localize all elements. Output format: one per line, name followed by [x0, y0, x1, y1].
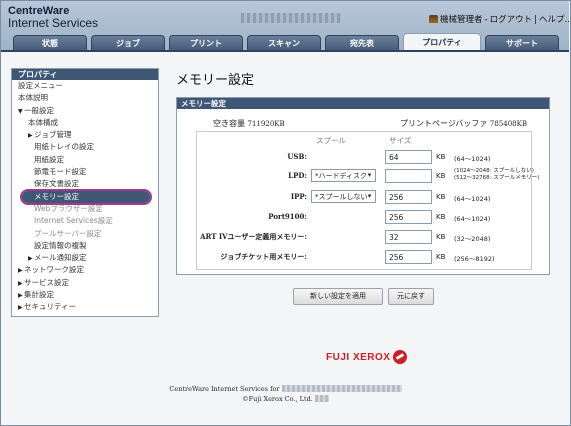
sidebar-item-power-saver[interactable]: 節電モード設定 — [12, 166, 158, 178]
panel-title: メモリー設定 — [177, 98, 549, 109]
redacted-device-name — [281, 385, 402, 392]
sidebar-item-description[interactable]: 本体説明 — [12, 92, 158, 104]
brand-line2: Internet Services — [8, 16, 99, 30]
port9100-size-input[interactable]: 256 — [385, 210, 432, 224]
tab-bar: 状態 ジョブ プリント スキャン 宛先表 プロパティ サポート — [1, 33, 569, 52]
job-ticket-size-input[interactable]: 256 — [385, 250, 432, 264]
sidebar-item-settings-menu[interactable]: 設定メニュー — [12, 80, 158, 92]
print-page-buffer: プリントページバッファ 785408KB — [400, 119, 528, 128]
col-header-size: サイズ — [389, 136, 412, 145]
sidebar-item-web-browser[interactable]: Webブラウザー設定 — [12, 203, 158, 215]
setting-row-port9100: Port9100: 256 KB (64〜1024) — [268, 210, 491, 224]
sidebar-title: プロパティ — [12, 69, 158, 80]
sidebar-item-job-management[interactable]: ▶ジョブ管理 — [12, 129, 158, 141]
page-title: メモリー設定 — [176, 73, 255, 88]
sidebar-item-network[interactable]: ▶ネットワーク設定 — [12, 264, 158, 276]
free-capacity: 空き容量 711920KB — [213, 119, 285, 128]
memory-settings-panel: メモリー設定 空き容量 711920KB プリントページバッファ 785408K… — [176, 97, 550, 275]
redacted-year — [314, 395, 329, 402]
setting-row-lpd: LPD: *ハードディスク ▾ KB (1024〜2048: スプールしない) (5… — [288, 168, 540, 183]
fuji-xerox-logo: FUJI XEROX — [326, 352, 391, 363]
sidebar-item-paper-tray[interactable]: 用紙トレイの設定 — [12, 141, 158, 153]
sidebar-item-accounting[interactable]: ▶集計設定 — [12, 289, 158, 301]
art-iv-size-input[interactable]: 32 — [385, 230, 432, 244]
setting-row-ipp: IPP: *スプールしない ▾ 256 KB (64〜1024) — [290, 190, 491, 204]
lpd-spool-select[interactable]: *ハードディスク ▾ — [311, 169, 376, 182]
sidebar-item-clone[interactable]: 設定情報の複製 — [12, 240, 158, 252]
ipp-size-input[interactable]: 256 — [385, 190, 432, 204]
sidebar-item-memory[interactable]: メモリー設定 — [20, 188, 152, 206]
footer-line2: ©Fuji Xerox Co., Ltd. — [0, 395, 571, 403]
xerox-sphere-icon — [393, 350, 407, 364]
sidebar-item-pool-server[interactable]: プールサーバー設定 — [12, 228, 158, 240]
chevron-down-icon: ▾ — [367, 192, 372, 200]
setting-row-art-iv: ART IVユーザー定義用メモリー: 32 KB (32〜2048) — [200, 230, 491, 244]
sidebar-item-mail-alert[interactable]: ▶メール通知設定 — [12, 252, 158, 264]
device-name-redacted — [241, 13, 341, 23]
user-menu: 機械管理者 - ログアウト | ヘルプ... — [429, 13, 571, 25]
sidebar-item-general[interactable]: ▼一般設定 — [12, 105, 158, 117]
sidebar-item-security[interactable]: ▶セキュリティー — [12, 301, 158, 313]
user-label: 機械管理者 — [440, 15, 483, 25]
usb-size-input[interactable]: 64 — [385, 150, 432, 164]
ipp-spool-select[interactable]: *スプールしない ▾ — [311, 190, 376, 203]
apply-button[interactable]: 新しい設定を適用 — [293, 288, 383, 305]
sidebar-item-paper[interactable]: 用紙設定 — [12, 154, 158, 166]
help-link[interactable]: ヘルプ... — [539, 15, 571, 25]
lpd-size-input[interactable] — [385, 169, 432, 183]
admin-icon — [429, 15, 438, 23]
setting-row-usb: USB: 64 KB (64〜1024) — [287, 150, 491, 164]
undo-button[interactable]: 元に戻す — [388, 288, 434, 305]
chevron-down-icon: ▾ — [367, 171, 372, 179]
tab-underline — [1, 50, 569, 52]
footer-line1: CentreWare Internet Services for — [0, 385, 571, 393]
sidebar: プロパティ 設定メニュー 本体説明 ▼一般設定 本体構成 ▶ジョブ管理 用紙トレ… — [11, 68, 159, 317]
sidebar-item-stored-docs[interactable]: 保存文書設定 — [12, 178, 158, 190]
sidebar-item-services[interactable]: ▶サービス設定 — [12, 277, 158, 289]
sidebar-item-configuration[interactable]: 本体構成 — [12, 117, 158, 129]
sidebar-item-internet-services[interactable]: Internet Services設定 — [12, 215, 158, 227]
setting-row-job-ticket: ジョブチケット用メモリー: 256 KB (256〜8192) — [220, 250, 495, 264]
logout-link[interactable]: ログアウト — [490, 15, 533, 25]
col-header-spool: スプール — [316, 136, 346, 145]
